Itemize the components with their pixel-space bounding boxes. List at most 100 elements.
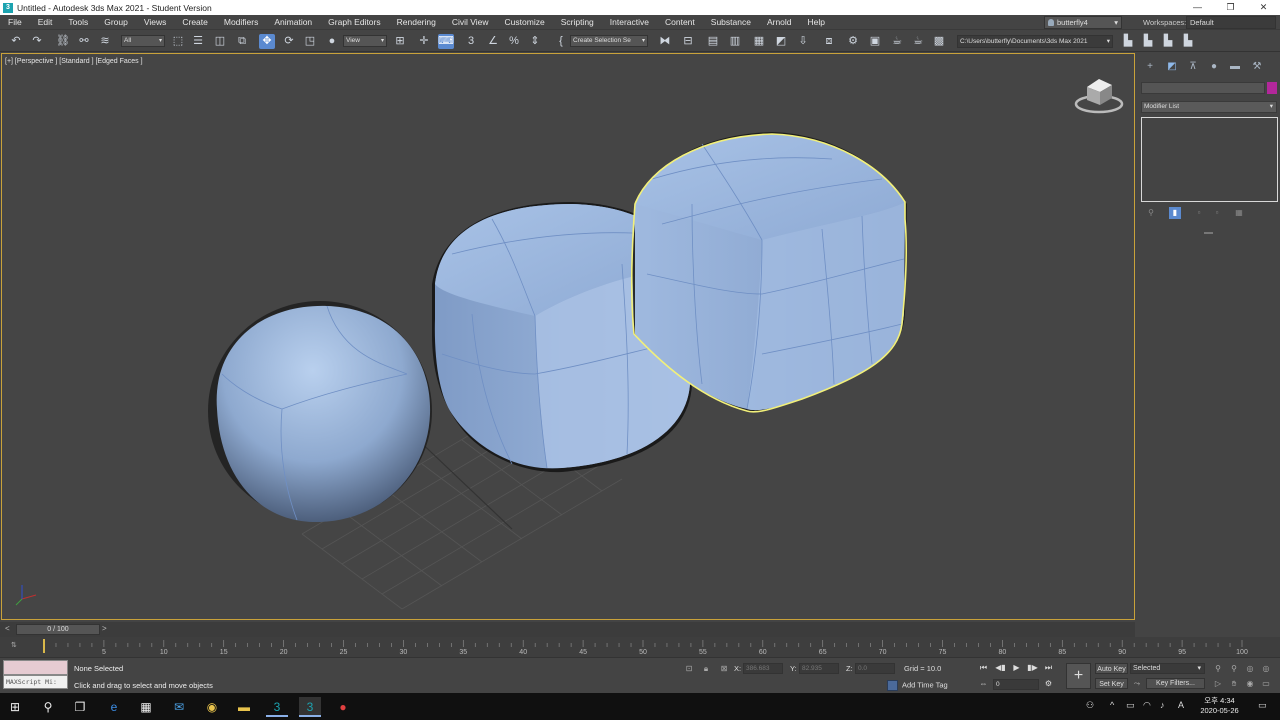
utilities-tab-icon[interactable]: ⚒: [1250, 60, 1264, 74]
render-production-icon[interactable]: ☕: [889, 34, 905, 49]
menu-graph-editors[interactable]: Graph Editors: [320, 15, 388, 30]
restore-button[interactable]: ❐: [1214, 0, 1247, 15]
zoom-icon[interactable]: ⚲: [1212, 663, 1224, 675]
modifier-stack[interactable]: [1141, 117, 1278, 202]
chrome-icon[interactable]: ◉: [201, 697, 223, 717]
menu-modifiers[interactable]: Modifiers: [216, 15, 266, 30]
select-by-name-icon[interactable]: ☰: [190, 34, 206, 49]
network-icon[interactable]: ▭: [1126, 700, 1135, 711]
edit-named-selection-icon[interactable]: {: [553, 34, 569, 49]
rendered-frame-window-icon[interactable]: ▣: [867, 34, 883, 49]
project-folder-dropdown[interactable]: C:\Users\butterfly\Documents\3ds Max 202…: [957, 35, 1113, 48]
keyboard-shortcut-override-icon[interactable]: ⌨: [438, 34, 454, 49]
bind-space-warp-icon[interactable]: ≋: [97, 34, 113, 49]
panel-resize-handle[interactable]: [1204, 232, 1213, 234]
remove-modifier-icon[interactable]: ▫: [1211, 207, 1223, 219]
search-icon[interactable]: ⚲: [37, 697, 59, 717]
set-key-button[interactable]: Set Key: [1095, 678, 1128, 689]
object-name-field[interactable]: [1141, 82, 1265, 94]
zoom-extents-all-icon[interactable]: ◎: [1260, 663, 1272, 675]
menu-create[interactable]: Create: [174, 15, 216, 30]
go-to-start-icon[interactable]: ⏮: [977, 662, 990, 674]
volume-icon[interactable]: ♪: [1160, 700, 1165, 710]
selection-lock-icon[interactable]: 🔒︎: [700, 663, 712, 675]
make-unique-icon[interactable]: ▫: [1193, 207, 1205, 219]
time-slider[interactable]: < 0 / 100 >: [0, 622, 1135, 637]
curve-editor-icon[interactable]: ◩: [773, 34, 789, 49]
menu-animation[interactable]: Animation: [266, 15, 320, 30]
select-and-place-icon[interactable]: ●: [324, 34, 340, 49]
menu-substance[interactable]: Substance: [703, 15, 759, 30]
select-object-icon[interactable]: ⬚: [170, 34, 186, 49]
link-icon[interactable]: ⛓: [55, 34, 71, 49]
schematic-view-icon[interactable]: ⇩: [795, 34, 811, 49]
isolate-selection-icon[interactable]: ⊡: [683, 663, 695, 675]
show-hidden-icons-icon[interactable]: ^: [1110, 700, 1114, 710]
menu-scripting[interactable]: Scripting: [553, 15, 602, 30]
render-setup-icon[interactable]: ⚙: [845, 34, 861, 49]
unlink-icon[interactable]: ⚯: [76, 34, 92, 49]
modify-tab-icon[interactable]: ◩: [1165, 60, 1179, 74]
perspective-viewport[interactable]: [+] [Perspective ] [Standard ] [Edged Fa…: [1, 53, 1135, 620]
open-project-icon[interactable]: ▙: [1140, 34, 1156, 49]
object-color-swatch[interactable]: [1267, 82, 1277, 94]
menu-customize[interactable]: Customize: [497, 15, 553, 30]
minimize-button[interactable]: —: [1181, 0, 1214, 15]
spinner-snap-icon[interactable]: ⇕: [527, 34, 543, 49]
maxscript-input[interactable]: MAXScript Mi:: [3, 675, 68, 689]
3dsmax-taskbar-icon[interactable]: 3: [266, 697, 288, 717]
absolute-mode-icon[interactable]: ⊠: [718, 663, 730, 675]
show-end-result-icon[interactable]: ▮: [1169, 207, 1181, 219]
menu-content[interactable]: Content: [657, 15, 703, 30]
menu-tools[interactable]: Tools: [60, 15, 96, 30]
undo-icon[interactable]: ↶: [8, 34, 24, 49]
viewport-label-menu[interactable]: [+] [Perspective ] [Standard ] [Edged Fa…: [5, 58, 143, 65]
x-coordinate-field[interactable]: 386.683: [743, 663, 783, 674]
align-icon[interactable]: ⊟: [680, 34, 696, 49]
key-filters-button[interactable]: Key Filters...: [1146, 678, 1205, 689]
select-and-move-icon[interactable]: ✥: [259, 34, 275, 49]
create-tab-icon[interactable]: +: [1143, 60, 1157, 74]
go-to-end-icon[interactable]: ⏭: [1042, 662, 1055, 674]
orbit-icon[interactable]: ◉: [1244, 678, 1256, 690]
menu-group[interactable]: Group: [96, 15, 136, 30]
task-view-icon[interactable]: ❐: [69, 697, 91, 717]
zoom-all-icon[interactable]: ⚲: [1228, 663, 1240, 675]
pivot-center-icon[interactable]: ⊞: [392, 34, 408, 49]
manipulate-icon[interactable]: ✛: [416, 34, 432, 49]
project-folder-icon[interactable]: ▙: [1120, 34, 1136, 49]
edge-browser-icon[interactable]: e: [103, 697, 125, 717]
store-icon[interactable]: ▦: [135, 697, 157, 717]
maximize-viewport-icon[interactable]: ▭: [1260, 678, 1272, 690]
file-explorer-icon[interactable]: ▬: [233, 697, 255, 717]
play-icon[interactable]: ▶: [1010, 662, 1023, 674]
zoom-extents-icon[interactable]: ◎: [1244, 663, 1256, 675]
close-button[interactable]: ✕: [1247, 0, 1280, 15]
ribbon-icon[interactable]: ▦: [751, 34, 767, 49]
wifi-icon[interactable]: ◠: [1143, 700, 1151, 711]
redo-icon[interactable]: ↷: [29, 34, 45, 49]
menu-civil-view[interactable]: Civil View: [444, 15, 497, 30]
layer-explorer-icon[interactable]: ▥: [727, 34, 743, 49]
current-time-marker[interactable]: [43, 639, 45, 653]
default-in-out-tangents-icon[interactable]: ⤳: [1131, 678, 1143, 690]
ime-indicator[interactable]: A: [1178, 700, 1184, 710]
window-crossing-icon[interactable]: ⧉: [234, 34, 250, 49]
reference-coordinate-dropdown[interactable]: View ▾: [343, 35, 387, 47]
display-tab-icon[interactable]: ▬: [1228, 60, 1242, 74]
key-selection-set-dropdown[interactable]: Selected ▾: [1130, 663, 1205, 674]
material-editor-icon[interactable]: ⧈: [821, 34, 837, 49]
workspace-select[interactable]: Default: [1186, 16, 1276, 29]
3dsmax-active-taskbar-icon[interactable]: 3: [299, 697, 321, 717]
previous-key-icon[interactable]: ◀▮: [994, 662, 1007, 674]
percent-snap-icon[interactable]: %: [506, 34, 522, 49]
select-and-rotate-icon[interactable]: ⟳: [281, 34, 297, 49]
hierarchy-tab-icon[interactable]: ⊼: [1186, 60, 1200, 74]
time-slider-thumb[interactable]: 0 / 100: [16, 624, 100, 635]
render-iterative-icon[interactable]: ☕: [910, 34, 926, 49]
mirror-icon[interactable]: ⧓: [657, 34, 673, 49]
auto-key-button[interactable]: Auto Key: [1095, 663, 1128, 674]
project-settings-icon[interactable]: ▙: [1180, 34, 1196, 49]
next-key-icon[interactable]: ▮▶: [1026, 662, 1039, 674]
add-time-tag-button[interactable]: Add Time Tag: [887, 680, 948, 691]
